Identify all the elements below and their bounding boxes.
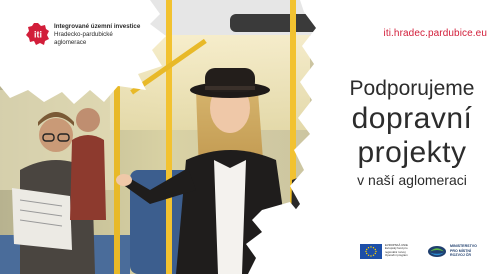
headline: Podporujeme dopravní projekty v naší agl… [332,76,492,190]
mmr-logo-icon [427,245,447,258]
logo-line-1: Integrované územní investice [54,23,141,30]
logo-line-2: Hradecko-pardubické [54,31,113,38]
mmr-text-line-3: ROZVOJ ČR [450,253,471,258]
headline-line-3: projekty [357,136,467,169]
headline-line-1: Podporujeme [349,77,475,100]
eu-flag-icon [360,244,382,259]
logo-mark-text: iti [34,30,42,40]
banner[interactable]: iti Integrované územní investice Hradeck… [0,0,497,274]
logo-text: Integrované územní investice Hradecko-pa… [54,23,178,47]
iti-logo[interactable]: iti Integrované územní investice Hradeck… [26,22,176,62]
headline-line-2: dopravní [351,102,473,135]
mmr-text: MINISTERSTVO PRO MÍSTNÍ ROZVOJ ČR [450,244,490,258]
website-link[interactable]: iti.hradec.pardubice.eu [384,28,487,39]
iti-logo-icon: iti [26,22,50,46]
eu-text: EVROPSKÁ UNIE Evropský fond pro regionál… [385,243,423,258]
eu-text-line-4: Operační program [385,253,408,258]
sponsor-logos: EVROPSKÁ UNIE Evropský fond pro regionál… [360,241,490,263]
headline-line-4: v naší aglomeraci [357,172,467,188]
logo-line-3: aglomerace [54,39,87,46]
